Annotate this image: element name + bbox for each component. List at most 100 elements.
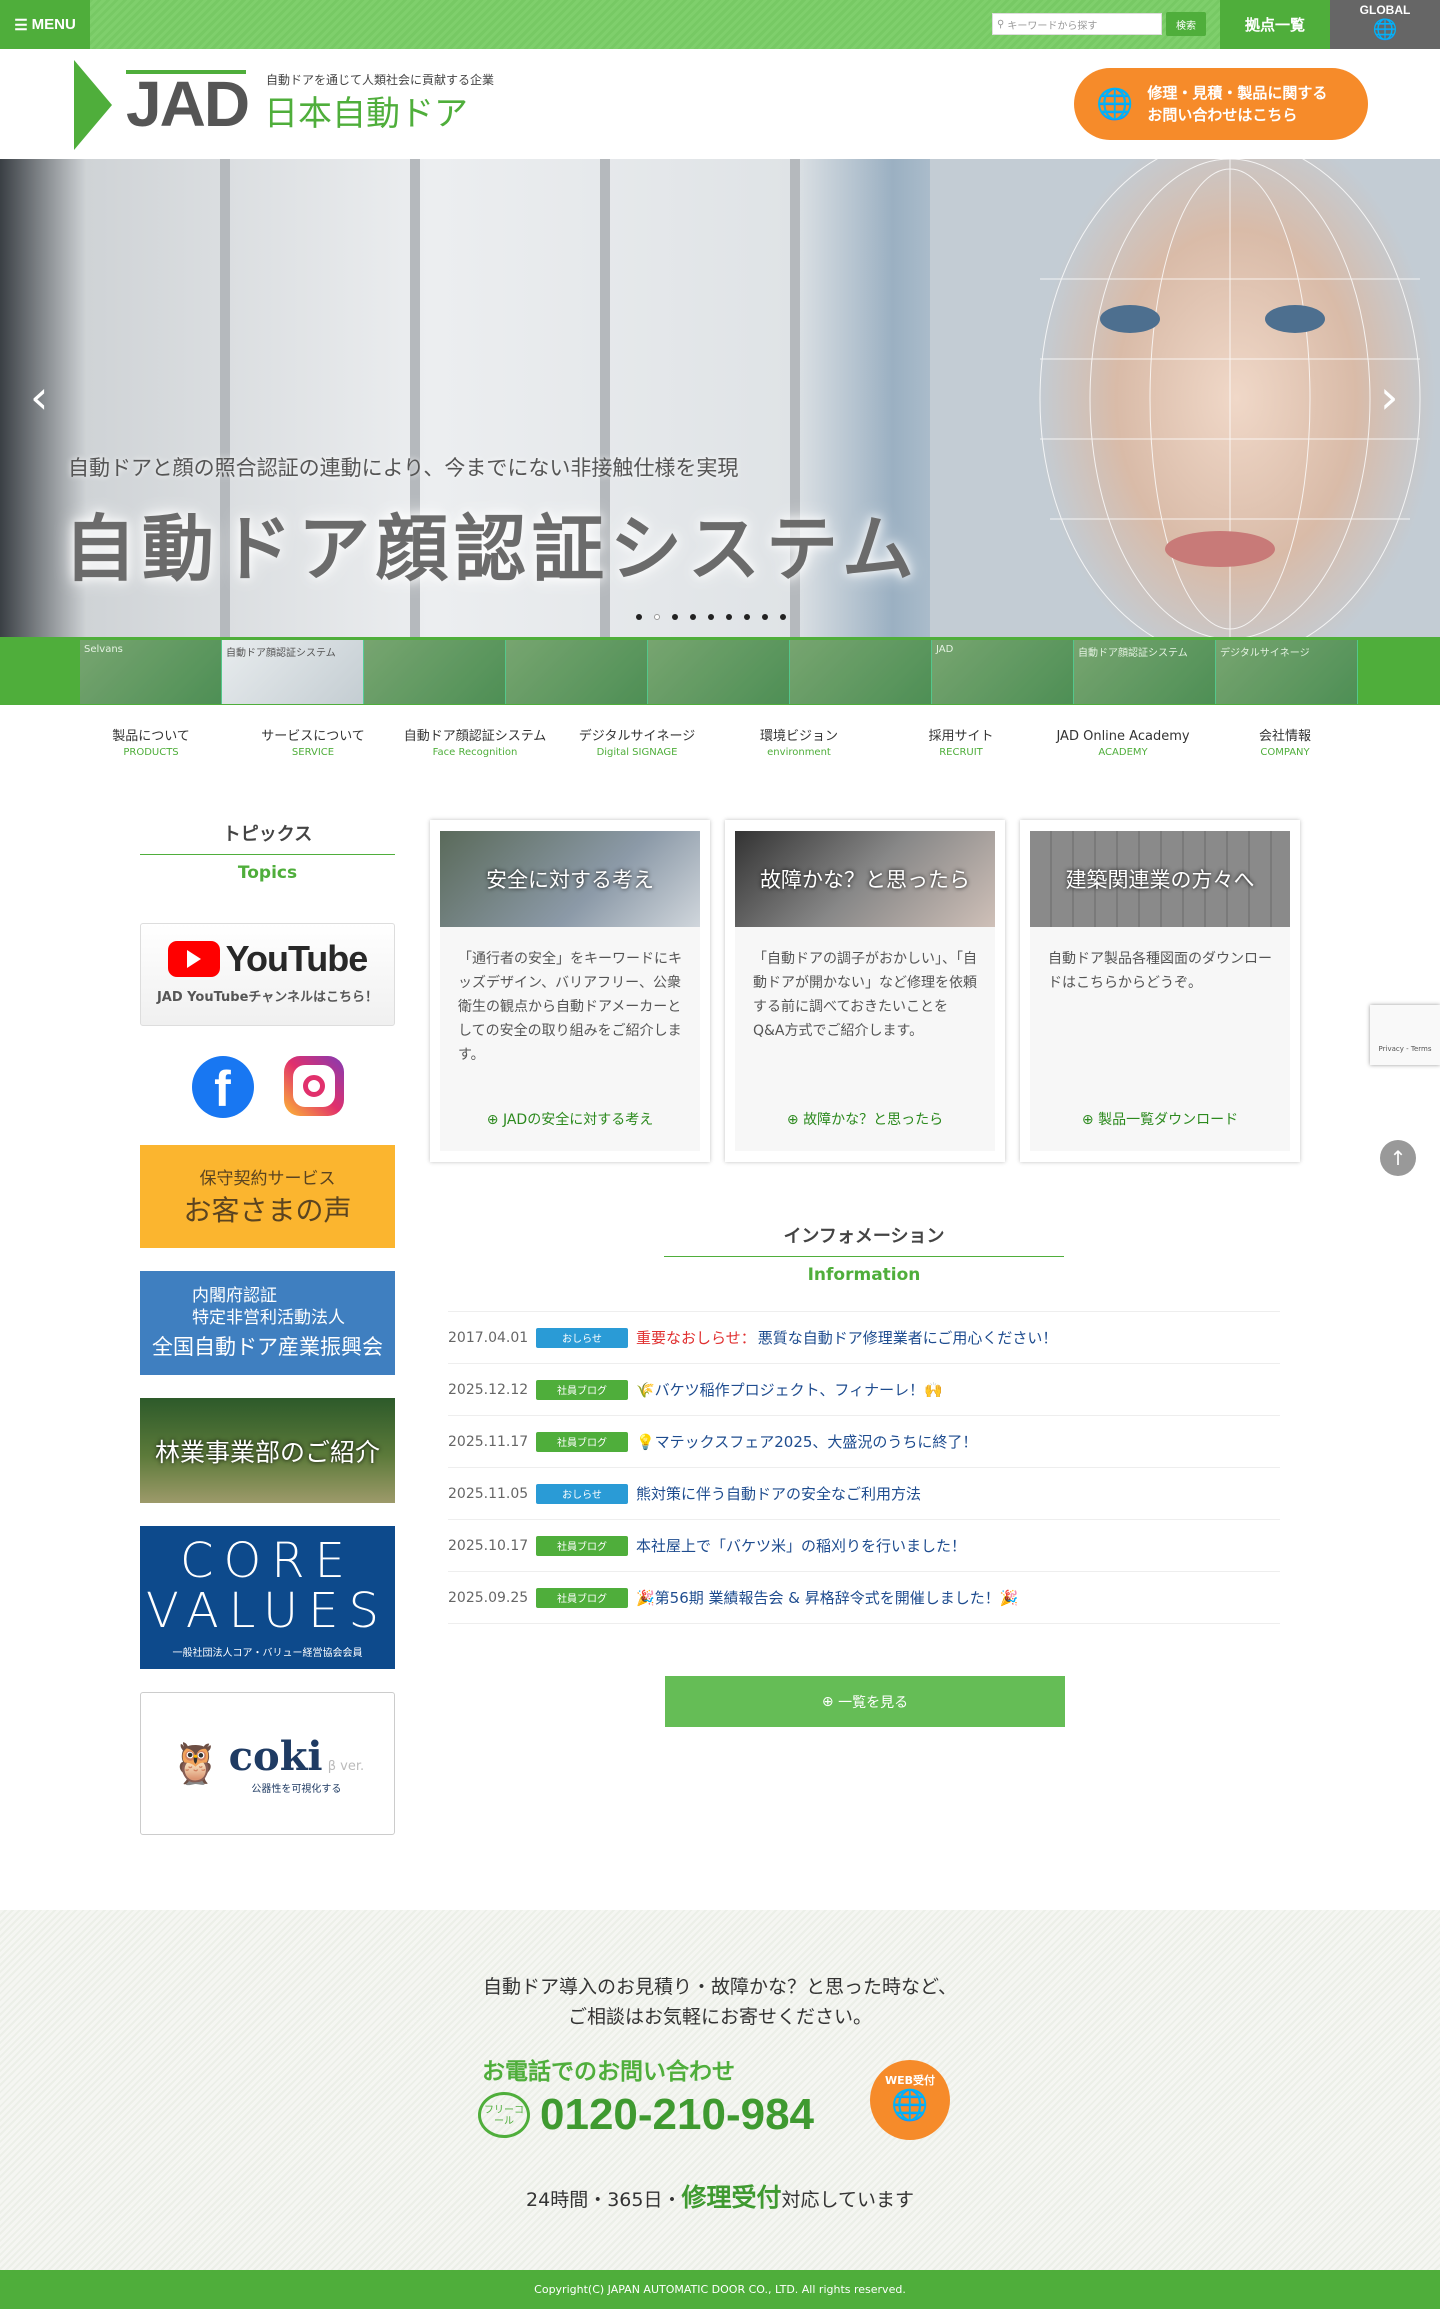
slide-thumbnail[interactable]: JAD: [932, 640, 1074, 704]
news-title[interactable]: 🎉第56期 業績報告会 & 昇格辞令式を開催しました！🎉: [636, 1587, 1018, 1608]
coki-banner[interactable]: 🦉 coki β ver. 公器性を可視化する: [140, 1692, 395, 1835]
nav-item[interactable]: 製品について PRODUCTS: [70, 728, 232, 759]
news-row[interactable]: 2025.11.05 おしらせ 熊対策に伴う自動ドアの安全なご利用方法: [448, 1468, 1280, 1520]
card-text: 「通行者の安全」をキーワードにキッズデザイン、バリアフリー、公衆衛生の観点から自…: [458, 951, 682, 1063]
info-heading: インフォメーション: [664, 1222, 1064, 1257]
svg-text:JAD: JAD: [126, 68, 248, 140]
jadia-banner[interactable]: 内閣府認証 特定非営利活動法人 全国自動ドア産業振興会: [140, 1271, 395, 1375]
slider-dot[interactable]: [726, 614, 732, 620]
slider-dot[interactable]: [690, 614, 696, 620]
arrow-circle-icon: ⊕: [821, 1693, 839, 1710]
topics-subheading: Topics: [237, 863, 298, 883]
card-link[interactable]: ⊕ 製品一覧ダウンロード: [1030, 1109, 1290, 1129]
phone-number[interactable]: フリーコール 0120-210-984: [478, 2090, 814, 2140]
nav-item[interactable]: デジタルサイネージ Digital SIGNAGE: [556, 728, 718, 759]
view-all-button[interactable]: ⊕ 一覧を見る: [665, 1676, 1065, 1727]
news-title[interactable]: 🌾バケツ稲作プロジェクト、フィナーレ！🙌: [636, 1379, 943, 1400]
slide-thumbnail[interactable]: 自動ドア顔認証システム: [222, 640, 364, 704]
news-title[interactable]: 💡マテックスフェア2025、大盛況のうちに終了！: [636, 1431, 977, 1452]
important-label: 重要なおしらせ：: [636, 1329, 756, 1347]
main-nav: 製品について PRODUCTS サービスについて SERVICE 自動ドア顔認証システム…: [70, 728, 1370, 759]
menu-button[interactable]: ☰ MENU: [0, 0, 90, 49]
globe-wrench-icon: 🌐: [891, 2088, 929, 2123]
news-row[interactable]: 2025.12.12 社員ブログ 🌾バケツ稲作プロジェクト、フィナーレ！🙌: [448, 1364, 1280, 1416]
bases-list-button[interactable]: 拠点一覧: [1220, 0, 1330, 49]
topics-sidebar: トピックス Topics YouTube JAD YouTubeチャンネルはこち…: [140, 820, 395, 1835]
slide-thumbnail[interactable]: Selvans: [80, 640, 222, 704]
slider-dot[interactable]: [708, 614, 714, 620]
category-badge: 社員ブログ: [536, 1535, 628, 1556]
news-title[interactable]: 悪質な自動ドア修理業者にご用心ください！: [758, 1327, 1058, 1348]
slider-dot[interactable]: [672, 614, 678, 620]
slider-dot[interactable]: [780, 614, 786, 620]
global-button[interactable]: GLOBAL 🌐: [1330, 0, 1440, 49]
nav-item[interactable]: JAD Online Academy ACADEMY: [1042, 728, 1204, 759]
slide-thumbnail[interactable]: [790, 640, 932, 704]
news-title[interactable]: 本社屋上で「バケツ米」の稲刈りを行いました！: [636, 1535, 966, 1556]
copyright: Copyright(C) JAPAN AUTOMATIC DOOR CO., L…: [0, 2270, 1440, 2309]
card-link[interactable]: ⊕ JADの安全に対する考え: [440, 1109, 700, 1129]
core-values-banner[interactable]: CORE VALUES 一般社団法人コア・バリュー経営協会会員: [140, 1526, 395, 1669]
slider-dot[interactable]: [744, 614, 750, 620]
slider-prev-arrow[interactable]: ‹: [30, 370, 48, 424]
customer-voice-banner[interactable]: 保守契約サービス お客さまの声: [140, 1145, 395, 1248]
card-text: 自動ドア製品各種図面のダウンロードはこちらからどうぞ。: [1048, 951, 1272, 991]
feature-card: 建築関連業の方々へ自動ドア製品各種図面のダウンロードはこちらからどうぞ。 ⊕ 製品…: [1020, 820, 1300, 1162]
news-title[interactable]: 熊対策に伴う自動ドアの安全なご利用方法: [636, 1483, 921, 1504]
category-badge: 社員ブログ: [536, 1431, 628, 1452]
news-row[interactable]: 2017.04.01 おしらせ 重要なおしらせ： 悪質な自動ドア修理業者にご用心くださ…: [448, 1312, 1280, 1364]
card-image[interactable]: 建築関連業の方々へ: [1030, 831, 1290, 927]
search-input[interactable]: ⚲ キーワードから探す: [992, 13, 1162, 35]
slider-dot[interactable]: [762, 614, 768, 620]
feature-card: 安全に対する考え「通行者の安全」をキーワードにキッズデザイン、バリアフリー、公衆…: [430, 820, 710, 1162]
globe-icon: 🌐: [1372, 19, 1398, 41]
web-reception-button[interactable]: WEB受付 🌐: [870, 2060, 950, 2140]
contact-intro: 自動ドア導入のお見積り・故障かな？と思った時など、 ご相談はお気軽にお寄せください…: [482, 1976, 958, 2028]
search-button[interactable]: 検索: [1166, 12, 1206, 36]
hours-text: 24時間・365日・修理受付対応しています: [526, 2183, 914, 2212]
facebook-icon[interactable]: f: [191, 1056, 254, 1118]
nav-item[interactable]: 自動ドア顔認証システム Face Recognition: [394, 728, 556, 759]
news-date: 2025.11.17: [448, 1433, 529, 1450]
slide-thumbnail[interactable]: [506, 640, 648, 704]
freecall-icon: フリーコール: [478, 2092, 530, 2138]
category-badge: おしらせ: [536, 1327, 628, 1348]
slide-thumbnail[interactable]: [364, 640, 506, 704]
nav-item[interactable]: 採用サイト RECRUIT: [880, 728, 1042, 759]
hero-subtitle: 自動ドアと顔の照合認証の連動により、今までにない非接触仕様を実現: [68, 456, 739, 480]
recaptcha-badge[interactable]: Privacy - Terms: [1370, 1005, 1440, 1065]
scroll-top-button[interactable]: ↑: [1380, 1140, 1416, 1176]
phone-label: お電話でのお問い合わせ: [482, 2059, 735, 2085]
card-text: 「自動ドアの調子がおかしい」、「自動ドアが開かない」など修理を依頼する前に調べて…: [753, 951, 977, 1039]
news-row[interactable]: 2025.09.25 社員ブログ 🎉第56期 業績報告会 & 昇格辞令式を開催しまし…: [448, 1572, 1280, 1624]
news-list: 2017.04.01 おしらせ 重要なおしらせ： 悪質な自動ドア修理業者にご用心くださ…: [448, 1311, 1280, 1624]
nav-item[interactable]: 会社情報 COMPANY: [1204, 728, 1366, 759]
thumbnail-list[interactable]: Selvans 自動ドア顔認証システム JAD 自動ドア顔認証システム デジタルサイネー…: [80, 640, 1358, 704]
nav-item[interactable]: サービスについて SERVICE: [232, 728, 394, 759]
youtube-banner[interactable]: YouTube JAD YouTubeチャンネルはこちら！: [140, 923, 395, 1026]
slider-dot[interactable]: [654, 614, 660, 620]
globe-wrench-icon: 🌐: [1096, 86, 1134, 122]
slider-next-arrow[interactable]: ›: [1380, 370, 1398, 424]
news-row[interactable]: 2025.11.17 社員ブログ 💡マテックスフェア2025、大盛況のうちに終了！: [448, 1416, 1280, 1468]
slider-dots[interactable]: [636, 614, 786, 620]
category-badge: 社員ブログ: [536, 1587, 628, 1608]
forestry-banner[interactable]: 林業事業部のご紹介: [140, 1398, 395, 1503]
news-row[interactable]: 2025.10.17 社員ブログ 本社屋上で「バケツ米」の稲刈りを行いました！: [448, 1520, 1280, 1572]
contact-cta-button[interactable]: 🌐 修理・見積・製品に関する お問い合わせはこちら: [1074, 68, 1368, 140]
instagram-icon[interactable]: [283, 1056, 344, 1116]
arrow-circle-icon: ⊕: [786, 1112, 804, 1128]
nav-item[interactable]: 環境ビジョン environment: [718, 728, 880, 759]
slide-thumbnail[interactable]: デジタルサイネージ: [1216, 640, 1358, 704]
jad-logo-icon: JAD: [74, 60, 250, 150]
news-date: 2025.12.12: [448, 1381, 529, 1398]
information-section: インフォメーション Information 2017.04.01 おしらせ 重要なお…: [448, 1222, 1280, 1624]
slider-dot[interactable]: [636, 614, 642, 620]
slide-thumbnail[interactable]: [648, 640, 790, 704]
search-icon: ⚲: [997, 18, 1005, 30]
slide-thumbnail[interactable]: 自動ドア顔認証システム: [1074, 640, 1216, 704]
category-badge: おしらせ: [536, 1483, 628, 1504]
card-image[interactable]: 安全に対する考え: [440, 831, 700, 927]
card-link[interactable]: ⊕ 故障かな？と思ったら: [735, 1109, 995, 1129]
card-image[interactable]: 故障かな？と思ったら: [735, 831, 995, 927]
